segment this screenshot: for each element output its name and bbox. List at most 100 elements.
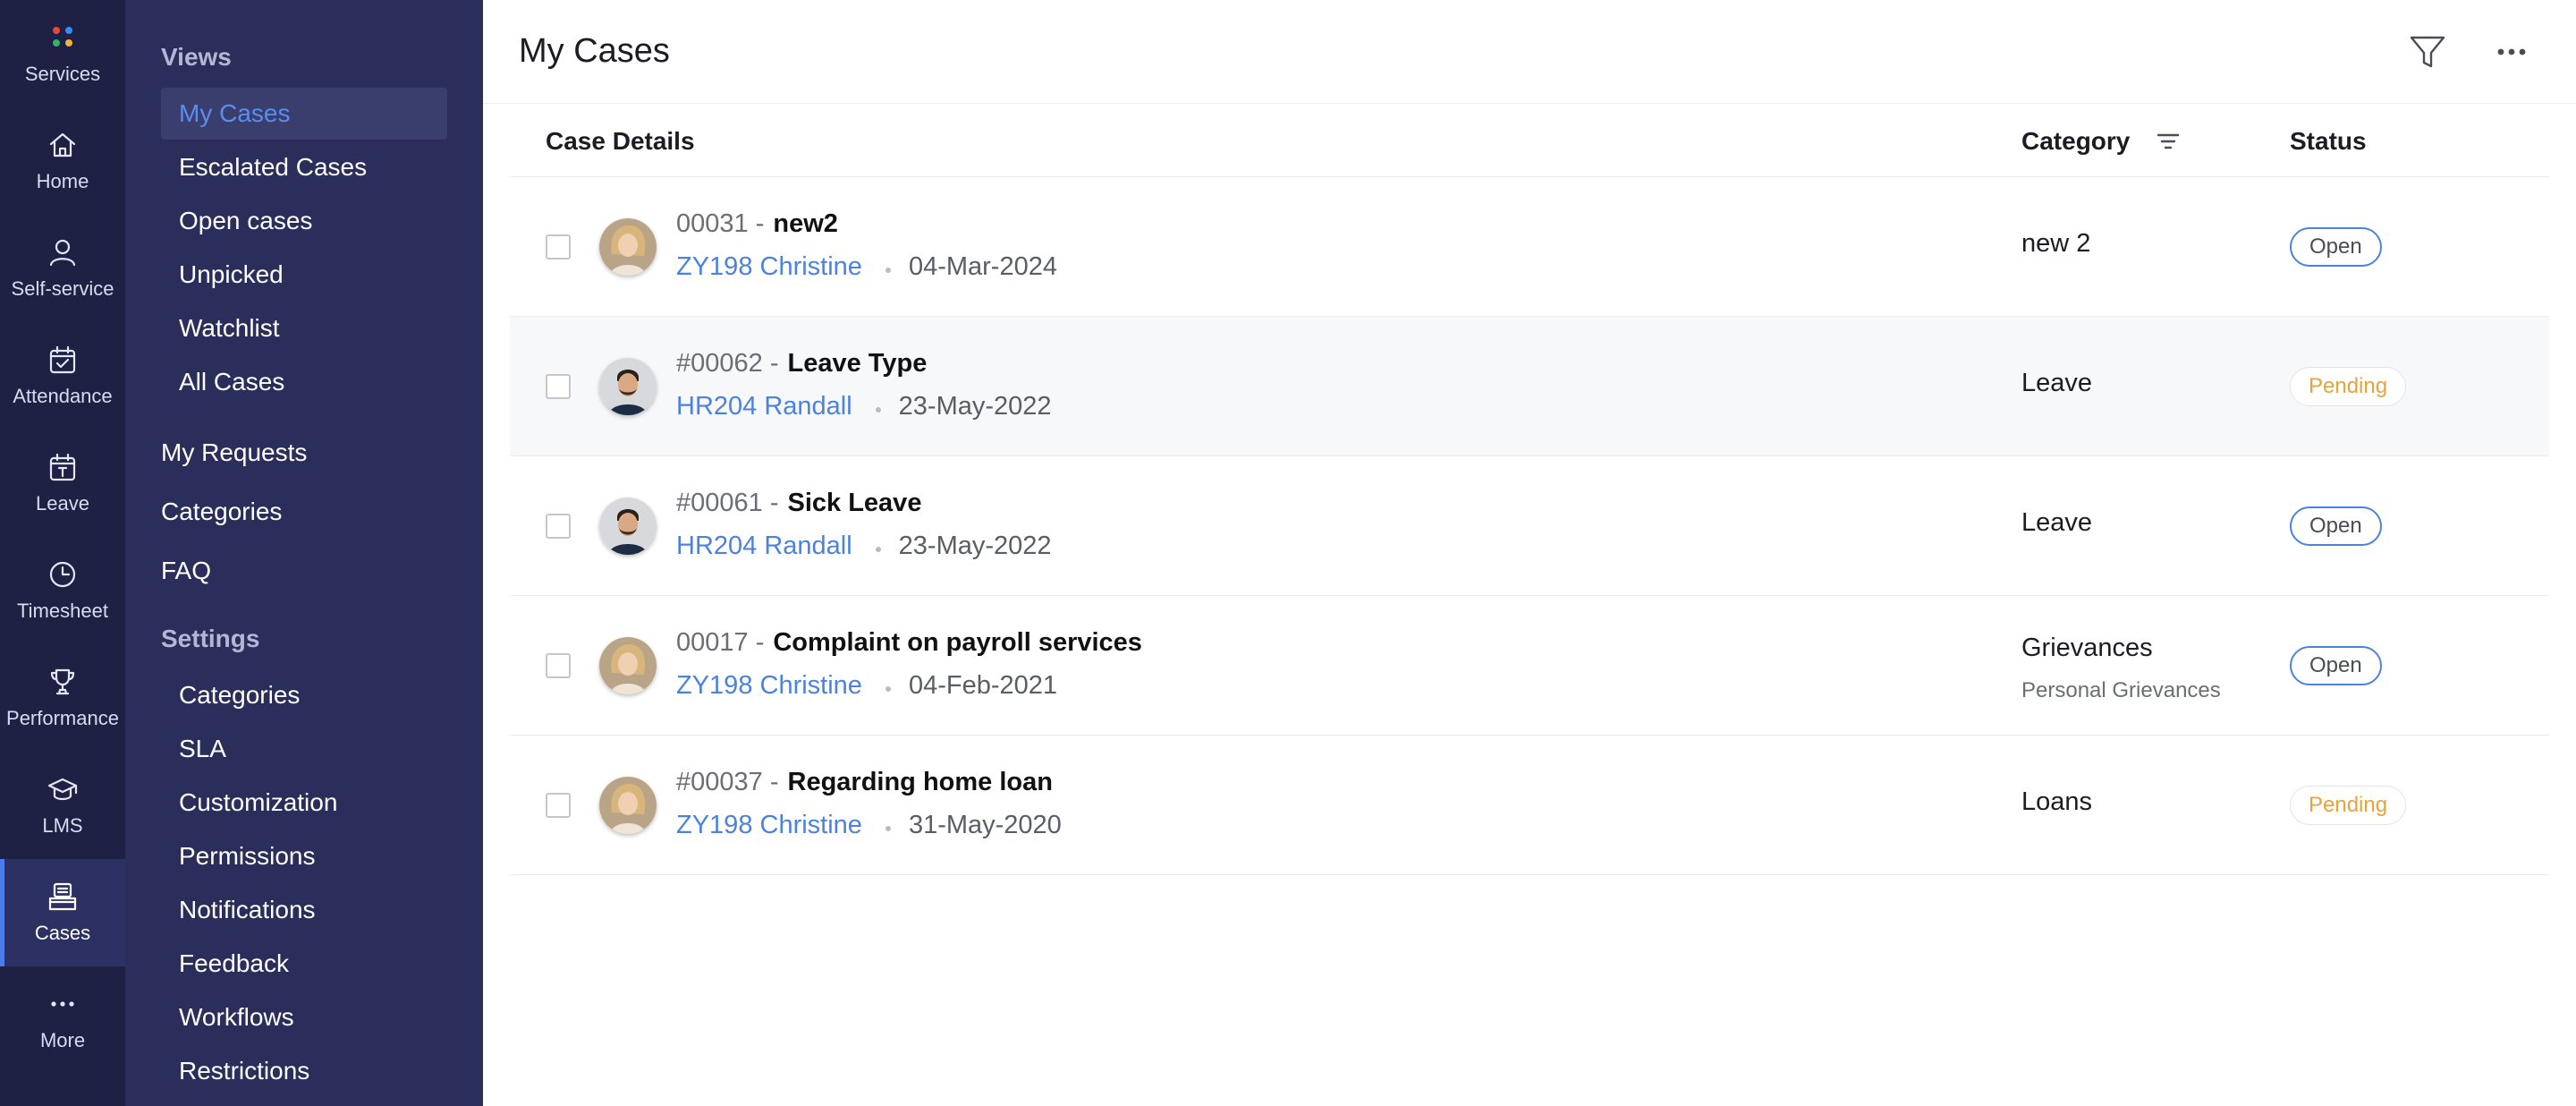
table-header: Case Details Category Status <box>510 104 2549 177</box>
sidebar-item-escalated-cases[interactable]: Escalated Cases <box>161 141 447 193</box>
table-row[interactable]: #00061 - Sick Leave HR204 Randall 23-May-… <box>510 456 2549 596</box>
case-date: 04-Mar-2024 <box>908 252 1057 281</box>
case-heading: #00037 - Regarding home loan <box>676 768 1053 797</box>
rail-label: Cases <box>34 922 91 944</box>
case-meta: HR204 Randall 23-May-2022 <box>676 392 1052 421</box>
sidebar-item-workflows[interactable]: Workflows <box>161 991 447 1043</box>
sidebar-item-faq[interactable]: FAQ <box>161 557 211 585</box>
rail-item-self-service[interactable]: Self-service <box>0 215 125 322</box>
app-icon-rail: Services Home Self-service Attendance Le… <box>0 0 125 1106</box>
rail-item-performance[interactable]: Performance <box>0 644 125 752</box>
separator-dot <box>875 406 881 413</box>
rail-label: Leave <box>36 492 89 515</box>
case-id: 00017 - <box>676 628 765 657</box>
sidebar-item-permissions[interactable]: Permissions <box>161 830 447 882</box>
funnel-icon[interactable] <box>2408 32 2447 72</box>
avatar <box>599 358 657 415</box>
case-id: #00037 - <box>676 768 779 796</box>
case-heading: 00017 - Complaint on payroll services <box>676 628 1142 658</box>
sidebar-item-customization[interactable]: Customization <box>161 777 447 829</box>
case-category: Leave <box>2021 369 2093 397</box>
separator-dot <box>875 546 881 552</box>
avatar <box>599 777 657 834</box>
row-checkbox[interactable] <box>546 653 571 678</box>
sidebar-item-restrictions[interactable]: Restrictions <box>161 1045 447 1097</box>
sidebar-item-settings-categories[interactable]: Categories <box>161 669 447 721</box>
status-badge: Pending <box>2290 786 2407 825</box>
column-header-case-details[interactable]: Case Details <box>546 127 695 156</box>
table-row[interactable]: #00037 - Regarding home loan ZY198 Christ… <box>510 736 2549 875</box>
sidebar-item-notifications[interactable]: Notifications <box>161 884 447 936</box>
row-checkbox[interactable] <box>546 374 571 399</box>
sidebar-item-categories[interactable]: Categories <box>161 498 282 526</box>
rail-item-services[interactable]: Services <box>0 0 125 107</box>
employee-link[interactable]: ZY198 Christine <box>676 252 862 282</box>
case-title[interactable]: Regarding home loan <box>788 768 1053 796</box>
separator-dot <box>885 685 891 692</box>
avatar <box>599 218 657 276</box>
sidebar-item-open-cases[interactable]: Open cases <box>161 195 447 247</box>
rail-item-more[interactable]: More <box>0 966 125 1074</box>
status-badge: Open <box>2290 646 2382 685</box>
sidebar-item-all-cases[interactable]: All Cases <box>161 356 447 408</box>
rail-item-attendance[interactable]: Attendance <box>0 322 125 430</box>
case-category: new 2 <box>2021 229 2091 258</box>
case-title[interactable]: Complaint on payroll services <box>773 628 1142 657</box>
ellipsis-icon[interactable] <box>2494 36 2529 68</box>
employee-link[interactable]: ZY198 Christine <box>676 811 862 840</box>
rail-item-timesheet[interactable]: Timesheet <box>0 537 125 644</box>
rail-label: LMS <box>42 814 83 837</box>
sidebar-item-my-cases[interactable]: My Cases <box>161 88 447 140</box>
main-content: My Cases Case Details Category Status 00… <box>483 0 2576 1106</box>
sidebar-item-my-requests[interactable]: My Requests <box>161 438 307 467</box>
rail-label: More <box>39 1029 86 1051</box>
case-category: Grievances <box>2021 634 2153 662</box>
case-category: Leave <box>2021 508 2093 537</box>
row-checkbox[interactable] <box>546 514 571 539</box>
column-header-status[interactable]: Status <box>2290 127 2367 156</box>
sidebar-item-feedback[interactable]: Feedback <box>161 938 447 990</box>
column-header-category[interactable]: Category <box>2021 127 2130 156</box>
rail-item-cases[interactable]: Cases <box>0 859 125 966</box>
case-date: 23-May-2022 <box>898 532 1052 560</box>
row-checkbox[interactable] <box>546 234 571 259</box>
table-row[interactable]: 00031 - new2 ZY198 Christine 04-Mar-2024 … <box>510 177 2549 317</box>
cases-sidebar: Views My Cases Escalated Cases Open case… <box>125 0 483 1106</box>
rail-label: Performance <box>6 707 119 729</box>
ellipsis-icon <box>45 986 80 1022</box>
rail-item-leave[interactable]: Leave <box>0 430 125 537</box>
cases-tray-icon <box>45 879 80 915</box>
case-title[interactable]: Sick Leave <box>788 489 922 517</box>
case-title[interactable]: Leave Type <box>788 349 928 378</box>
apps-dots-icon <box>45 20 80 55</box>
employee-link[interactable]: HR204 Randall <box>676 532 852 561</box>
sidebar-item-unpicked[interactable]: Unpicked <box>161 249 447 301</box>
sidebar-item-sla[interactable]: SLA <box>161 723 447 775</box>
rail-label: Timesheet <box>17 600 108 622</box>
rail-item-home[interactable]: Home <box>0 107 125 215</box>
case-id: 00031 - <box>676 209 765 238</box>
sidebar-item-watchlist[interactable]: Watchlist <box>161 302 447 354</box>
case-meta: ZY198 Christine 31-May-2020 <box>676 811 1062 840</box>
rail-item-lms[interactable]: LMS <box>0 752 125 859</box>
case-date: 23-May-2022 <box>898 392 1052 421</box>
case-meta: HR204 Randall 23-May-2022 <box>676 532 1052 561</box>
rail-label: Services <box>24 63 101 85</box>
views-section-title: Views <box>161 43 232 71</box>
employee-link[interactable]: HR204 Randall <box>676 392 852 421</box>
graduation-cap-icon <box>45 771 80 807</box>
sort-lines-icon[interactable] <box>2156 131 2181 152</box>
case-id: #00062 - <box>676 349 779 378</box>
home-icon <box>45 127 80 163</box>
employee-link[interactable]: ZY198 Christine <box>676 671 862 701</box>
rail-label: Home <box>36 170 89 192</box>
table-row[interactable]: 00017 - Complaint on payroll services ZY1… <box>510 596 2549 736</box>
status-badge: Pending <box>2290 367 2407 406</box>
row-checkbox[interactable] <box>546 793 571 818</box>
case-category: Loans <box>2021 787 2093 816</box>
case-id: #00061 - <box>676 489 779 517</box>
table-row[interactable]: #00062 - Leave Type HR204 Randall 23-May-… <box>510 317 2549 456</box>
status-badge: Open <box>2290 506 2382 546</box>
case-title[interactable]: new2 <box>773 209 838 238</box>
case-subcategory: Personal Grievances <box>2021 678 2221 702</box>
